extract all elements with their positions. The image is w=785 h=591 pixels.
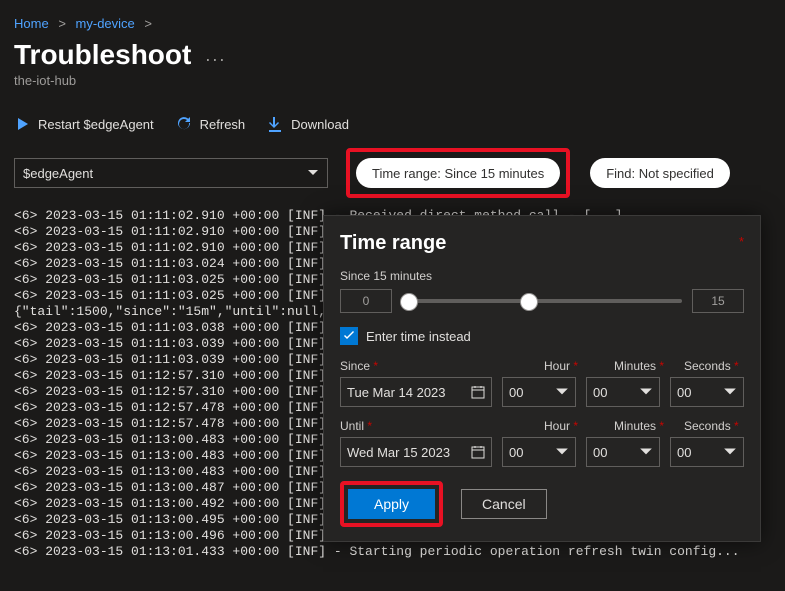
refresh-label: Refresh — [200, 117, 246, 132]
slider-min: 0 — [340, 289, 392, 313]
module-select-value: $edgeAgent — [23, 166, 93, 181]
until-date-input[interactable]: Wed Mar 15 2023 — [340, 437, 492, 467]
breadcrumb: Home > my-device > — [14, 16, 771, 31]
find-pill[interactable]: Find: Not specified — [590, 158, 730, 188]
play-icon — [14, 116, 30, 132]
minutes-label: Minutes — [614, 419, 656, 433]
breadcrumb-device[interactable]: my-device — [76, 16, 135, 31]
slider-thumb-start[interactable] — [400, 293, 418, 311]
cancel-button[interactable]: Cancel — [461, 489, 547, 519]
required-indicator: * — [739, 234, 744, 249]
chevron-down-icon — [639, 445, 653, 459]
slider-thumb-end[interactable] — [520, 293, 538, 311]
breadcrumb-home[interactable]: Home — [14, 16, 49, 31]
download-button[interactable]: Download — [267, 116, 349, 132]
apply-button[interactable]: Apply — [348, 489, 435, 519]
until-seconds-select[interactable]: 00 — [670, 437, 744, 467]
chevron-right-icon: > — [58, 16, 66, 31]
seconds-label: Seconds — [684, 419, 731, 433]
until-date-value: Wed Mar 15 2023 — [347, 445, 450, 460]
chevron-down-icon — [639, 385, 653, 399]
enter-time-label: Enter time instead — [366, 329, 471, 344]
since-label: Since — [340, 359, 370, 373]
until-label: Until — [340, 419, 364, 433]
since-minutes-select[interactable]: 00 — [586, 377, 660, 407]
chevron-down-icon — [307, 167, 319, 179]
module-select[interactable]: $edgeAgent — [14, 158, 328, 188]
download-label: Download — [291, 117, 349, 132]
chevron-right-icon: > — [144, 16, 152, 31]
checkbox-checked-icon — [340, 327, 358, 345]
flyout-title: Time range — [340, 232, 744, 255]
more-icon[interactable]: ... — [205, 45, 226, 66]
enter-time-checkbox[interactable]: Enter time instead — [340, 327, 744, 345]
page-subtitle: the-iot-hub — [14, 73, 771, 88]
minutes-label: Minutes — [614, 359, 656, 373]
timerange-flyout: * Time range Since 15 minutes 0 15 Enter… — [323, 215, 761, 542]
log-line: <6> 2023-03-15 01:13:01.433 +00:00 [INF]… — [14, 544, 771, 560]
since-seconds-select[interactable]: 00 — [670, 377, 744, 407]
restart-button[interactable]: Restart $edgeAgent — [14, 116, 154, 132]
slider-track[interactable] — [402, 299, 682, 303]
chevron-down-icon — [723, 385, 737, 399]
chevron-down-icon — [555, 385, 569, 399]
until-hour-select[interactable]: 00 — [502, 437, 576, 467]
seconds-label: Seconds — [684, 359, 731, 373]
refresh-icon — [176, 116, 192, 132]
download-icon — [267, 116, 283, 132]
calendar-icon — [471, 445, 485, 459]
callout-timerange: Time range: Since 15 minutes — [346, 148, 570, 198]
toolbar: Restart $edgeAgent Refresh Download — [14, 116, 771, 132]
since-hour-select[interactable]: 00 — [502, 377, 576, 407]
hour-label: Hour — [544, 359, 570, 373]
calendar-icon — [471, 385, 485, 399]
until-minutes-select[interactable]: 00 — [586, 437, 660, 467]
callout-apply: Apply — [340, 481, 443, 527]
refresh-button[interactable]: Refresh — [176, 116, 246, 132]
hour-label: Hour — [544, 419, 570, 433]
page-title: Troubleshoot — [14, 39, 191, 71]
chevron-down-icon — [723, 445, 737, 459]
chevron-down-icon — [555, 445, 569, 459]
slider-max: 15 — [692, 289, 744, 313]
slider-caption: Since 15 minutes — [340, 269, 744, 283]
since-date-value: Tue Mar 14 2023 — [347, 385, 446, 400]
timerange-pill[interactable]: Time range: Since 15 minutes — [356, 158, 560, 188]
restart-label: Restart $edgeAgent — [38, 117, 154, 132]
since-date-input[interactable]: Tue Mar 14 2023 — [340, 377, 492, 407]
